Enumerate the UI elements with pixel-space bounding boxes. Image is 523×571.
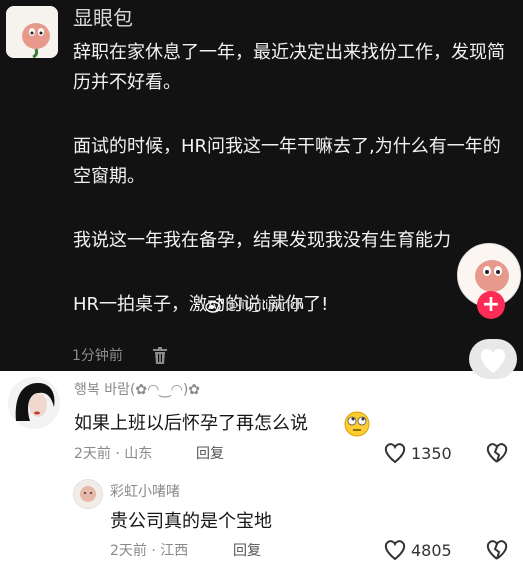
post-avatar[interactable] <box>6 6 58 58</box>
like-count: 4805 <box>411 541 452 560</box>
post-username[interactable]: 显眼包 <box>73 5 133 31</box>
comment-avatar[interactable] <box>8 377 60 429</box>
rolling-eyes-emoji <box>343 411 371 437</box>
post-paragraph: 辞职在家休息了一年，最近决定出来找份工作，发现简历并不好看。 <box>73 42 505 93</box>
heart-icon[interactable] <box>382 538 408 562</box>
watermark: @liu_iiijiiirich <box>226 298 305 312</box>
comment-meta: 2天前 · 江西 <box>110 543 189 559</box>
plus-icon: + <box>481 292 501 317</box>
comment-username[interactable]: 행복 바람(✿◠‿◠)✿ <box>74 380 200 400</box>
heart-icon[interactable] <box>382 441 408 465</box>
broken-heart-icon[interactable] <box>484 441 510 465</box>
post-paragraph: 我说这一年我在备孕，结果发现我没有生育能力 <box>73 230 451 251</box>
trash-icon[interactable] <box>152 347 168 365</box>
reply-avatar[interactable] <box>73 479 103 509</box>
like-bubble[interactable] <box>469 339 517 379</box>
weibo-icon <box>205 297 223 313</box>
comment-text: 如果上班以后怀孕了再怎么说 <box>74 413 308 434</box>
post-paragraph: 面试的时候，HR问我这一年干嘛去了,为什么有一年的空窗期。 <box>73 136 501 187</box>
reply-button[interactable]: 回复 <box>233 541 261 561</box>
reply-button[interactable]: 回复 <box>196 444 224 464</box>
comment-username[interactable]: 彩虹小啫啫 <box>110 482 180 502</box>
post-time: 1分钟前 <box>72 348 123 364</box>
comment-meta: 2天前 · 山东 <box>74 446 153 462</box>
like-count: 1350 <box>411 444 452 463</box>
broken-heart-icon[interactable] <box>484 538 510 562</box>
follow-button[interactable]: + <box>477 291 505 319</box>
post-body: 辞职在家休息了一年，最近决定出来找份工作，发现简历并不好看。 面试的时候，HR问… <box>73 38 513 320</box>
comment-text: 贵公司真的是个宝地 <box>110 511 272 532</box>
